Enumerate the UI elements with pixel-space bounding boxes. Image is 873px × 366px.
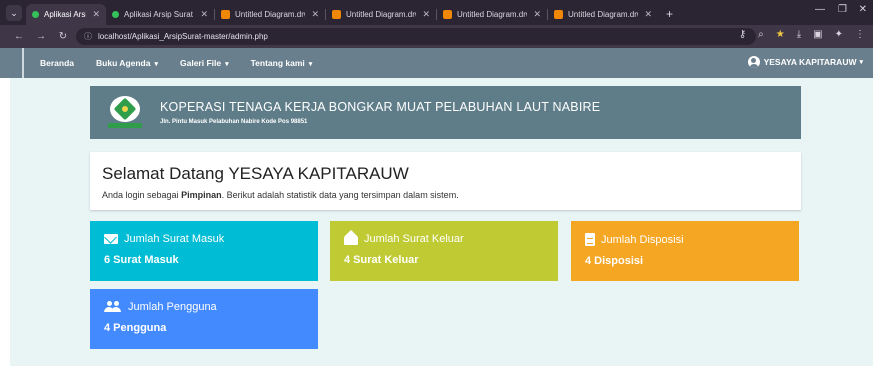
- user-name: YESAYA KAPITARAUW: [763, 57, 857, 67]
- stat-value: 4 Disposisi: [585, 255, 644, 267]
- download-icon[interactable]: ⤓: [797, 29, 801, 40]
- welcome-card: Selamat Datang YESAYA KAPITARAUW Anda lo…: [90, 152, 801, 210]
- new-tab-plus-icon[interactable]: +: [666, 7, 673, 21]
- reload-icon[interactable]: ↻: [52, 31, 74, 42]
- browser-tab[interactable]: Aplikasi Arsip Surat ✕: [106, 4, 214, 25]
- extension-icon[interactable]: ✦: [835, 29, 843, 40]
- close-tab-icon[interactable]: ✕: [533, 9, 541, 20]
- drafts-icon: [344, 234, 358, 245]
- close-tab-icon[interactable]: ✕: [200, 9, 208, 20]
- sidebar-icon[interactable]: ▣: [813, 29, 822, 40]
- welcome-text: Anda login sebagai Pimpinan. Berikut ada…: [102, 190, 459, 200]
- nav-item-beranda[interactable]: Beranda: [40, 58, 74, 68]
- browser-tab-strip: ⌄ Aplikasi Arsip Surat ✕ Aplikasi Arsip …: [0, 0, 873, 25]
- browser-tab[interactable]: Untitled Diagram.drw ✕: [326, 4, 436, 25]
- stat-value: 6 Surat Masuk: [104, 254, 179, 266]
- organization-header: KOPERASI TENAGA KERJA BONGKAR MUAT PELAB…: [90, 86, 801, 139]
- site-info-icon[interactable]: ⓘ: [84, 31, 92, 42]
- nav-item-tentang-kami[interactable]: Tentang kami ▾: [251, 58, 313, 68]
- close-window-icon[interactable]: ✕: [859, 4, 867, 15]
- organization-title: KOPERASI TENAGA KERJA BONGKAR MUAT PELAB…: [160, 100, 601, 114]
- navbar-brand-bar: [22, 48, 24, 78]
- menu-kebab-icon[interactable]: ⋮: [855, 29, 865, 40]
- close-tab-icon[interactable]: ✕: [422, 9, 430, 20]
- bookmark-star-icon[interactable]: ★: [776, 29, 785, 40]
- drawio-favicon-icon: [221, 10, 230, 19]
- caret-down-icon: ▾: [154, 61, 158, 68]
- browser-tab[interactable]: Untitled Diagram.drw ✕: [437, 4, 547, 25]
- stat-card-surat-masuk[interactable]: Jumlah Surat Masuk 6 Surat Masuk: [90, 221, 318, 281]
- user-role: Pimpinan: [181, 190, 222, 200]
- green-dot-favicon-icon: [32, 11, 39, 18]
- drawio-favicon-icon: [332, 10, 341, 19]
- mail-icon: [104, 234, 118, 244]
- close-tab-icon[interactable]: ✕: [644, 9, 652, 20]
- people-icon: [104, 301, 122, 313]
- drawio-favicon-icon: [554, 10, 563, 19]
- organization-address: Jln. Pintu Masuk Pelabuhan Nabire Kode P…: [160, 119, 308, 125]
- url-text: localhost/Aplikasi_ArsipSurat-master/adm…: [98, 32, 268, 41]
- close-tab-icon[interactable]: ✕: [311, 9, 319, 20]
- forward-arrow-icon[interactable]: →: [30, 31, 52, 42]
- restore-icon[interactable]: ❐: [838, 4, 847, 15]
- account-circle-icon: [747, 56, 760, 68]
- stat-card-surat-keluar[interactable]: Jumlah Surat Keluar 4 Surat Keluar: [330, 221, 558, 281]
- user-menu[interactable]: YESAYA KAPITARAUW ▾: [747, 56, 863, 68]
- welcome-title: Selamat Datang YESAYA KAPITARAUW: [102, 164, 409, 183]
- caret-down-icon: ▾: [225, 61, 229, 68]
- stat-card-disposisi[interactable]: Jumlah Disposisi 4 Disposisi: [571, 221, 799, 281]
- drawio-favicon-icon: [443, 10, 452, 19]
- tab-search-chevron-icon[interactable]: ⌄: [6, 5, 22, 21]
- caret-down-icon: ▾: [859, 59, 863, 66]
- stat-card-pengguna[interactable]: Jumlah Pengguna 4 Pengguna: [90, 289, 318, 349]
- koperasi-logo-icon: [108, 95, 142, 130]
- url-field[interactable]: ⓘ localhost/Aplikasi_ArsipSurat-master/a…: [76, 28, 756, 45]
- nav-item-buku-agenda[interactable]: Buku Agenda ▾: [96, 58, 158, 68]
- caret-down-icon: ▾: [308, 61, 313, 68]
- password-key-icon[interactable]: ⚷: [739, 29, 746, 40]
- description-icon: [585, 233, 595, 246]
- back-arrow-icon[interactable]: ←: [8, 31, 30, 42]
- stat-value: 4 Pengguna: [104, 322, 167, 334]
- toolbar-icons: ⚷ ⌕ ★ ⤓ ▣ ✦ ⋮: [739, 29, 865, 40]
- close-tab-icon[interactable]: ✕: [92, 9, 100, 20]
- browser-address-bar: ← → ↻ ⓘ localhost/Aplikasi_ArsipSurat-ma…: [0, 25, 873, 48]
- browser-tab[interactable]: Aplikasi Arsip Surat ✕: [26, 4, 106, 25]
- nav-item-galeri-file[interactable]: Galeri File ▾: [180, 58, 229, 68]
- zoom-icon[interactable]: ⌕: [758, 29, 764, 40]
- app-navbar: Beranda Buku Agenda ▾ Galeri File ▾ Tentan…: [0, 48, 873, 78]
- browser-tab[interactable]: Untitled Diagram.drw ✕: [548, 4, 658, 25]
- green-dot-favicon-icon: [112, 11, 119, 18]
- minimize-icon[interactable]: —: [815, 4, 825, 15]
- stat-value: 4 Surat Keluar: [344, 254, 419, 266]
- browser-tab[interactable]: Untitled Diagram.drw ✕: [215, 4, 325, 25]
